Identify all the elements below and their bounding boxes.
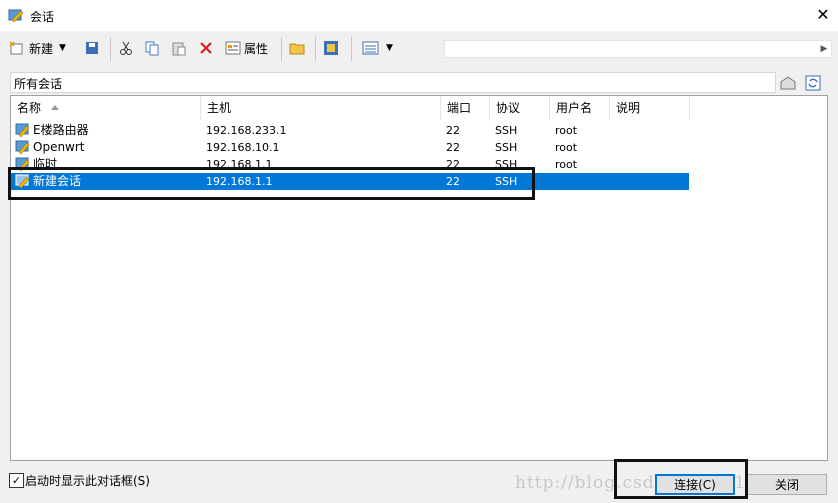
column-header-protocol[interactable]: 协议 [490, 96, 550, 120]
session-name: E楼路由器 [33, 123, 89, 137]
paste-button[interactable] [171, 37, 187, 59]
annotation-box-connect [614, 459, 748, 499]
new-folder-button[interactable] [289, 37, 305, 59]
column-header-host[interactable]: 主机 [201, 96, 441, 120]
save-icon-button[interactable] [84, 37, 100, 59]
session-host: 192.168.10.1 [206, 141, 280, 154]
paste-icon [172, 42, 186, 56]
properties-icon [225, 41, 241, 55]
cut-button[interactable] [119, 37, 133, 59]
copy-icon [145, 41, 159, 56]
startup-checkbox[interactable]: ✓ [9, 473, 24, 488]
session-name: Openwrt [33, 140, 85, 154]
column-header-user[interactable]: 用户名 [550, 96, 610, 120]
session-user: root [555, 158, 578, 171]
column-header-row: 名称 主机 端口 协议 用户名 说明 [11, 96, 827, 120]
new-label: 新建 [29, 41, 54, 56]
column-name-label: 名称 [17, 101, 42, 115]
session-icon [15, 140, 30, 155]
session-port: 22 [446, 141, 460, 154]
properties-button[interactable]: 属性 [225, 37, 268, 59]
close-button[interactable]: 关闭 [747, 474, 827, 495]
session-app-icon [8, 9, 24, 23]
copy-button[interactable] [144, 37, 160, 59]
session-list[interactable]: 名称 主机 端口 协议 用户名 说明 E楼路由器 192.168.233.1 2… [10, 95, 828, 461]
session-user: root [555, 124, 578, 137]
column-host-label: 主机 [207, 101, 232, 115]
session-protocol: SSH [495, 141, 518, 154]
refresh-icon[interactable] [804, 74, 822, 92]
window-title: 会话 [30, 10, 55, 24]
table-row[interactable]: Openwrt 192.168.10.1 22 SSH root [11, 139, 689, 156]
column-note-label: 说明 [616, 101, 641, 115]
view-list-icon [362, 41, 379, 55]
session-tool-button[interactable] [323, 37, 339, 59]
new-button[interactable]: 新建 ▼ [8, 37, 66, 59]
session-port: 22 [446, 124, 460, 137]
search-input[interactable]: ▶ [444, 40, 832, 58]
session-protocol: SSH [495, 124, 518, 137]
delete-button[interactable] [199, 37, 213, 59]
title-bar: 会话 ✕ [0, 0, 838, 31]
new-session-icon [9, 41, 23, 55]
column-header-note[interactable]: 说明 [610, 96, 690, 120]
close-icon[interactable]: ✕ [812, 5, 834, 25]
properties-label: 属性 [244, 41, 269, 56]
new-dropdown-icon[interactable]: ▼ [59, 43, 66, 53]
up-folder-icon[interactable] [779, 74, 797, 92]
scissors-icon [120, 41, 132, 55]
session-host: 192.168.233.1 [206, 124, 287, 137]
table-row[interactable]: E楼路由器 192.168.233.1 22 SSH root [11, 122, 689, 139]
folder-path-label: 所有会话 [14, 77, 63, 91]
column-header-name[interactable]: 名称 [11, 96, 201, 120]
column-user-label: 用户名 [556, 101, 593, 115]
annotation-box-selected-row [8, 167, 535, 200]
delete-x-icon [200, 42, 212, 54]
view-dropdown-icon[interactable]: ▼ [386, 43, 393, 53]
session-tool-icon [324, 41, 338, 55]
column-port-label: 端口 [447, 101, 472, 115]
save-icon [86, 42, 98, 54]
session-user: root [555, 141, 578, 154]
column-header-port[interactable]: 端口 [441, 96, 490, 120]
scroll-right-icon[interactable]: ▶ [819, 43, 829, 55]
folder-icon [289, 43, 305, 55]
startup-checkbox-label: 启动时显示此对话框(S) [25, 474, 150, 488]
sort-ascending-icon [51, 105, 60, 110]
column-protocol-label: 协议 [496, 101, 521, 115]
view-button[interactable]: ▼ [362, 37, 393, 59]
session-icon [15, 123, 30, 138]
folder-path-bar: 所有会话 [10, 72, 776, 93]
